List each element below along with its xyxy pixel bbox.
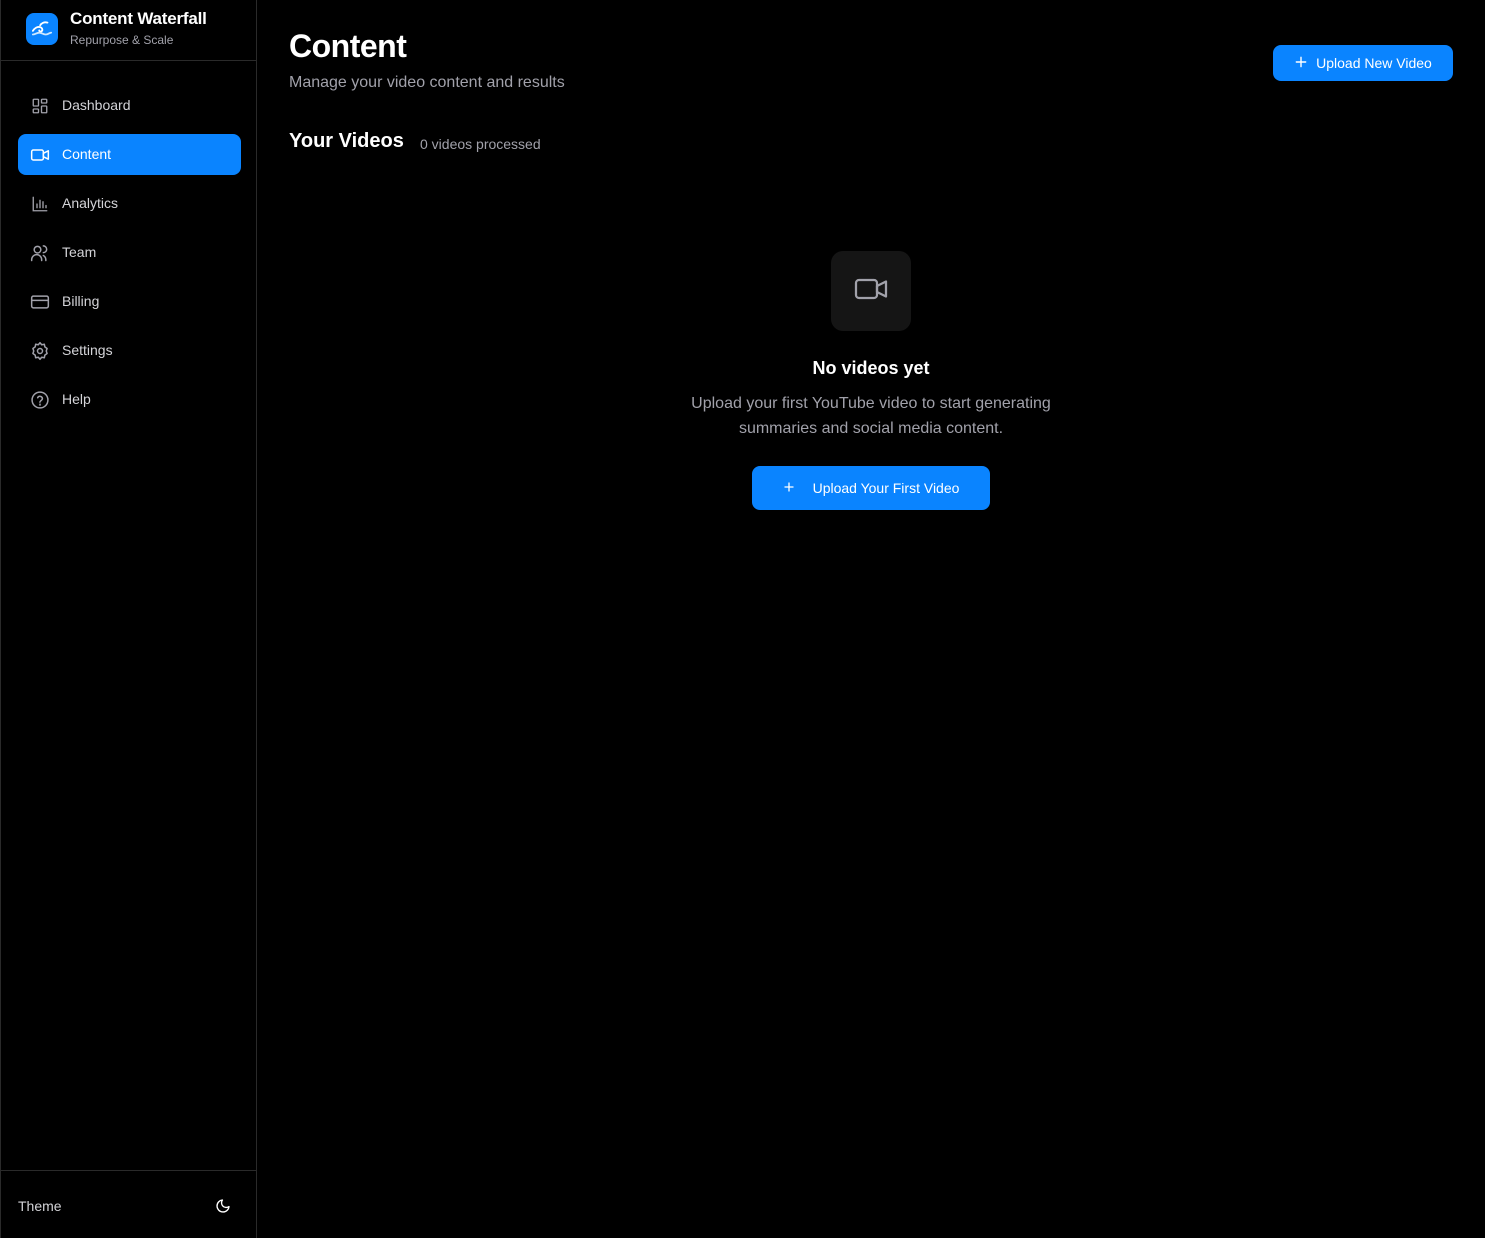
- gear-icon: [30, 341, 50, 361]
- plus-icon: [783, 480, 795, 496]
- sidebar-item-label: Billing: [62, 293, 100, 309]
- help-circle-icon: [30, 390, 50, 410]
- plus-icon: [1294, 55, 1308, 72]
- upload-new-video-button[interactable]: Upload New Video: [1273, 45, 1453, 81]
- page-title: Content: [289, 28, 407, 64]
- upload-first-video-label: Upload Your First Video: [812, 480, 960, 496]
- app-root: Content Waterfall Repurpose & Scale Dash…: [0, 0, 1485, 1238]
- sidebar-item-label: Content: [62, 146, 112, 162]
- sidebar-footer: Theme: [1, 1170, 257, 1238]
- brand-header: Content Waterfall Repurpose & Scale: [1, 0, 257, 61]
- videos-count: 0 videos processed: [420, 136, 541, 152]
- sidebar-item-team[interactable]: Team: [18, 232, 241, 273]
- empty-state: No videos yet Upload your first YouTube …: [631, 251, 1111, 510]
- sidebar-item-dashboard[interactable]: Dashboard: [18, 85, 241, 126]
- sidebar-item-label: Team: [62, 244, 97, 260]
- video-camera-icon: [30, 145, 50, 165]
- sidebar-item-help[interactable]: Help: [18, 379, 241, 420]
- videos-section-title: Your Videos: [289, 130, 404, 152]
- page-subtitle: Manage your video content and results: [289, 74, 565, 91]
- main-content: Content Manage your video content and re…: [257, 0, 1485, 1238]
- empty-state-icon-box: [831, 251, 911, 331]
- sidebar-item-content[interactable]: Content: [18, 134, 241, 175]
- credit-card-icon: [30, 292, 50, 312]
- sidebar-item-billing[interactable]: Billing: [18, 281, 241, 322]
- moon-icon[interactable]: [211, 1194, 235, 1218]
- theme-label: Theme: [18, 1198, 62, 1214]
- empty-state-description: Upload your first YouTube video to start…: [691, 395, 1051, 437]
- bar-chart-icon: [30, 194, 50, 214]
- sidebar-item-label: Help: [62, 391, 91, 407]
- sidebar-item-label: Analytics: [62, 195, 119, 211]
- sidebar-nav: Dashboard Content Analytics Team Billing…: [18, 85, 241, 428]
- upload-first-video-button[interactable]: Upload Your First Video: [752, 466, 990, 510]
- sidebar-item-settings[interactable]: Settings: [18, 330, 241, 371]
- dashboard-grid-icon: [30, 96, 50, 116]
- empty-state-title: No videos yet: [812, 358, 930, 378]
- sidebar: Content Waterfall Repurpose & Scale Dash…: [0, 0, 257, 1238]
- wave-logo-icon: [26, 13, 58, 45]
- app-name: Content Waterfall: [70, 9, 207, 28]
- sidebar-item-label: Dashboard: [62, 97, 131, 113]
- video-camera-icon: [853, 271, 889, 312]
- users-icon: [30, 243, 50, 263]
- sidebar-item-analytics[interactable]: Analytics: [18, 183, 241, 224]
- sidebar-item-label: Settings: [62, 342, 113, 358]
- upload-new-video-label: Upload New Video: [1316, 55, 1432, 71]
- app-tagline: Repurpose & Scale: [70, 33, 174, 47]
